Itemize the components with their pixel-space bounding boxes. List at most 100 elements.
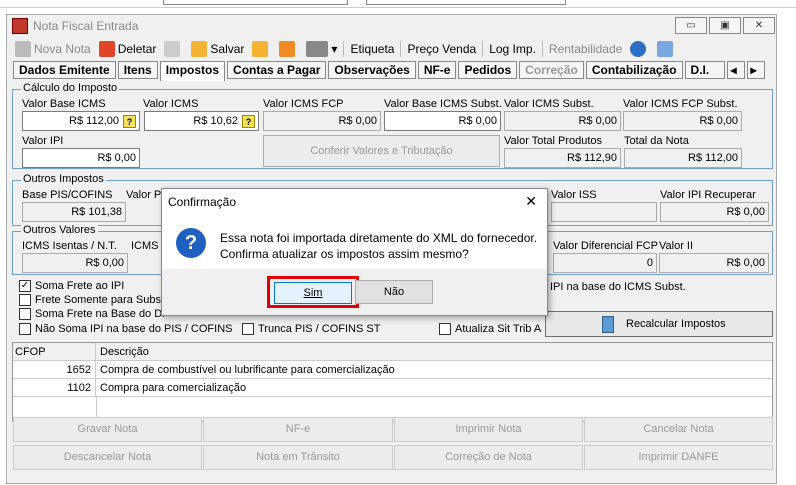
label-isentas: ICMS Isentas / N.T. — [22, 240, 117, 252]
ipi-base-icms-label: IPI na base do ICMS Subst. — [550, 281, 686, 293]
frete-subst-checkbox[interactable]: Frete Somente para Substi — [19, 294, 166, 306]
imprimir-danfe-button[interactable]: Imprimir DANFE — [584, 445, 773, 470]
ipi-field[interactable]: R$ 0,00 — [22, 148, 140, 168]
preco-label: Preço Venda — [407, 42, 477, 56]
cancelar-nota-button[interactable]: Cancelar Nota — [584, 417, 773, 442]
recalcular-button[interactable]: Recalcular Impostos — [545, 311, 773, 337]
tab-impostos[interactable]: Impostos — [159, 61, 226, 81]
table-row[interactable]: 1652 Compra de combustível ou lubrifican… — [13, 361, 772, 379]
title-bar: Nota Fiscal Entrada ▭ ▣ ✕ — [7, 15, 776, 37]
dialog-title: Confirmação — [168, 195, 237, 209]
gravar-nota-button[interactable]: Gravar Nota — [13, 417, 202, 442]
cancel-button[interactable] — [248, 39, 275, 59]
dialog-footer: Sim Não — [162, 269, 547, 315]
question-icon[interactable]: ? — [123, 115, 136, 128]
atualiza-checkbox[interactable]: Atualiza Sit Trib A — [439, 323, 541, 335]
x-icon — [252, 41, 269, 57]
checkbox-box — [19, 323, 31, 335]
tab-contabilizacao[interactable]: Contabilização — [585, 61, 683, 79]
printer-icon — [306, 41, 329, 57]
top-field-1 — [163, 0, 348, 5]
rentabilidade-button[interactable]: Rentabilidade — [545, 39, 626, 59]
nao-soma-ipi-label: Não Soma IPI na base do PIS / COFINS — [35, 323, 233, 335]
close-window-button[interactable]: ✕ — [743, 17, 775, 34]
trunca-label: Trunca PIS / COFINS ST — [258, 323, 381, 335]
dialog-message-line2: Confirma atualizar os impostos assim mes… — [220, 247, 469, 261]
descancelar-nota-button[interactable]: Descancelar Nota — [13, 445, 202, 470]
checkbox-box — [439, 323, 451, 335]
base-subst-field[interactable]: R$ 0,00 — [384, 111, 501, 131]
correcao-nota-button[interactable]: Correção de Nota — [394, 445, 583, 470]
tab-observacoes[interactable]: Observações — [328, 61, 416, 79]
label-iss: Valor ISS — [551, 189, 597, 201]
print-button[interactable]: ▾ — [302, 39, 341, 59]
descricao-cell: Compra de combustível ou lubrificante pa… — [100, 364, 395, 376]
tab-contas-pagar[interactable]: Contas a Pagar — [227, 61, 327, 79]
label-dif-fcp: Valor Diferencial FCP — [553, 240, 658, 252]
label-valor-p: Valor P — [126, 189, 162, 201]
question-icon[interactable]: ? — [242, 115, 255, 128]
nao-soma-ipi-checkbox[interactable]: Não Soma IPI na base do PIS / COFINS — [19, 323, 232, 335]
soma-frete-ipi-checkbox[interactable]: ✓ Soma Frete ao IPI — [19, 280, 124, 292]
nota-transito-button[interactable]: Nota em Trânsito — [203, 445, 393, 470]
header-descricao: Descrição — [100, 346, 149, 358]
window-title: Nota Fiscal Entrada — [33, 19, 139, 33]
up-arrow-icon — [164, 41, 181, 57]
isentas-field: R$ 0,00 — [22, 253, 128, 273]
salvar-label: Salvar — [210, 42, 245, 56]
doc-button[interactable] — [653, 39, 680, 59]
label-fcp-subst: Valor ICMS FCP Subst. — [623, 98, 738, 110]
nfe-button[interactable]: NF-e — [203, 417, 393, 442]
outros-valores-title: Outros Valores — [21, 224, 98, 236]
tab-itens[interactable]: Itens — [117, 61, 158, 79]
deletar-label: Deletar — [117, 42, 157, 56]
etiqueta-button[interactable]: Etiqueta — [346, 39, 398, 59]
base-pis-field: R$ 101,38 — [22, 202, 126, 222]
fcp-subst-field: R$ 0,00 — [623, 111, 742, 131]
deletar-button[interactable]: Deletar — [95, 39, 161, 59]
log-imp-button[interactable]: Log Imp. — [485, 39, 540, 59]
conferir-button[interactable]: Conferir Valores e Tributação — [263, 135, 500, 167]
tab-scroll-right[interactable]: ▸ — [746, 61, 765, 79]
help-button[interactable] — [626, 39, 653, 59]
tab-correcao[interactable]: Correção — [519, 61, 584, 79]
cfop-cell: 1652 — [13, 361, 96, 379]
tab-di[interactable]: D.I. — [684, 61, 725, 79]
novo-label: Nova Nota — [34, 42, 91, 56]
nao-button[interactable]: Não — [355, 280, 433, 304]
label-base-pis: Base PIS/COFINS — [22, 189, 113, 201]
ipi-recuperar-field: R$ 0,00 — [660, 202, 769, 222]
maximize-button[interactable]: ▣ — [709, 17, 741, 34]
preco-venda-button[interactable]: Preço Venda — [403, 39, 480, 59]
label-icms: Valor ICMS — [143, 98, 199, 110]
check-icon — [191, 41, 208, 57]
tab-nfe[interactable]: NF-e — [417, 61, 457, 79]
close-icon[interactable]: ✕ — [525, 193, 537, 210]
table-row[interactable]: 1102 Compra para comercialização — [13, 379, 772, 397]
label-base-icms: Valor Base ICMS — [22, 98, 106, 110]
checkbox-box — [242, 323, 254, 335]
refresh-button[interactable] — [275, 39, 302, 59]
separator — [343, 41, 345, 57]
soma-frete-base-checkbox[interactable]: Soma Frete na Base do Di — [19, 308, 165, 320]
delete-icon — [98, 41, 115, 57]
label-ipi: Valor IPI — [22, 135, 64, 147]
icms-subst-field: R$ 0,00 — [504, 111, 621, 131]
label-icms-subst: Valor ICMS Subst. — [504, 98, 594, 110]
minimize-button[interactable]: ▭ — [675, 17, 707, 34]
up-button[interactable] — [160, 39, 187, 59]
tab-pedidos[interactable]: Pedidos — [458, 61, 518, 79]
total-produtos-field: R$ 112,90 — [504, 148, 621, 168]
rent-label: Rentabilidade — [548, 42, 623, 56]
tab-dados-emitente[interactable]: Dados Emitente — [13, 61, 116, 79]
trunca-checkbox[interactable]: Trunca PIS / COFINS ST — [242, 323, 380, 335]
salvar-button[interactable]: Salvar — [187, 39, 248, 59]
sim-button[interactable]: Sim — [274, 282, 352, 304]
imprimir-nota-button[interactable]: Imprimir Nota — [394, 417, 583, 442]
tab-scroll-left[interactable]: ◂ — [726, 61, 745, 79]
separator — [482, 41, 484, 57]
novo-button[interactable]: Nova Nota — [11, 39, 95, 59]
icms-fcp-field: R$ 0,00 — [263, 111, 381, 131]
header-cfop: CFOP — [13, 343, 96, 361]
checkbox-box: ✓ — [19, 280, 31, 292]
